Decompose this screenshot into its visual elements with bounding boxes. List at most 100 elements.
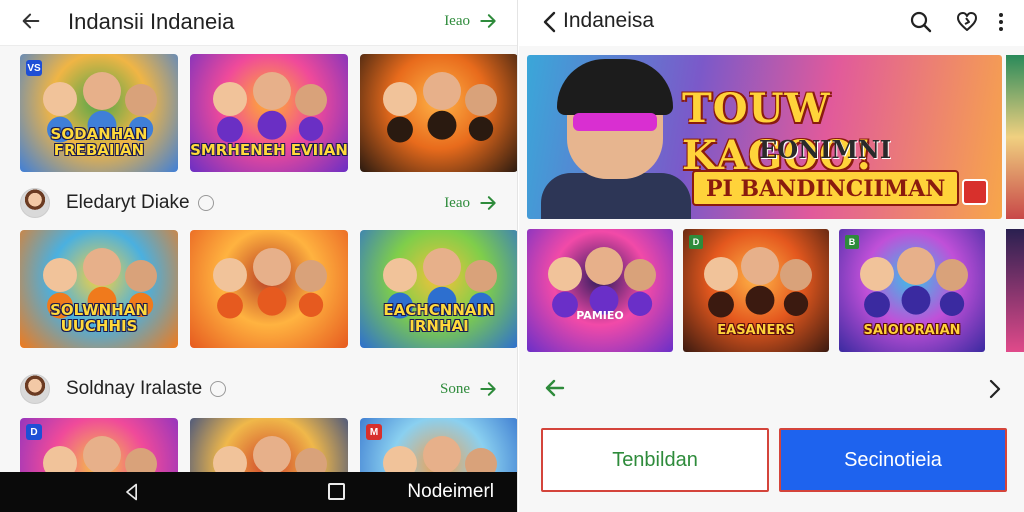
section-title: Eledaryt Diake: [66, 192, 190, 213]
next-banner-peek[interactable]: [1006, 55, 1024, 219]
heart-icon[interactable]: [955, 10, 979, 34]
see-more-link[interactable]: Ieao: [444, 193, 498, 213]
character-figure: [83, 436, 122, 474]
character-figure: [585, 247, 624, 285]
detail-game-row: PAMIEO D EASANERS B SAIOIORAIAN: [527, 229, 985, 352]
right-top-bar: Indaneisa: [519, 0, 1024, 46]
character-figure: [936, 259, 969, 291]
tile-caption: EACHCNNAIN IRNHAI: [383, 301, 495, 335]
game-row-2: SOLWNHAN UUCHHIS EACHCNNAIN IRNHAI: [20, 230, 517, 348]
info-icon[interactable]: [197, 195, 214, 211]
arrow-right-icon: [480, 196, 496, 210]
banner-plaque: PI BANDINCIIMAN: [692, 170, 960, 206]
tile-badge: D: [689, 235, 703, 249]
character-figure: [624, 259, 657, 291]
left-pane: Indansii Indaneia Ieao VS SODANHAN FREBA…: [0, 0, 518, 512]
game-tile[interactable]: SOLWNHAN UUCHHIS: [20, 230, 178, 348]
character-figure: [43, 258, 78, 292]
avatar: [20, 188, 50, 218]
arrow-left-icon[interactable]: [543, 376, 567, 400]
character-figure: [423, 436, 462, 474]
character-figure: [43, 82, 78, 116]
character-figure: [465, 84, 498, 116]
tile-caption: EASANERS: [717, 323, 795, 338]
character-figure: [860, 257, 895, 291]
character-figure: [548, 257, 583, 291]
section-header-3: Soldnay Iralaste Sone: [20, 373, 498, 405]
chevron-left-icon[interactable]: [541, 11, 559, 33]
hero-hair: [557, 59, 673, 115]
page-title: Indansii Indaneia: [68, 9, 235, 34]
hero-glasses: [573, 113, 657, 131]
tile-badge: B: [845, 235, 859, 249]
hero-body: [541, 173, 691, 219]
see-more-link[interactable]: Sone: [440, 379, 498, 399]
game-tile[interactable]: EACHCNNAIN IRNHAI: [360, 230, 517, 348]
next-tile-peek[interactable]: [1006, 229, 1024, 352]
system-nav-bar: Nodeimerl: [0, 472, 517, 512]
tile-caption: SODANHAN FREBAIIAN: [50, 125, 148, 159]
tile-badge: D: [26, 424, 42, 440]
tile-caption: SAIOIORAIAN: [863, 323, 961, 338]
detail-title: Indaneisa: [563, 9, 655, 32]
back-arrow-icon[interactable]: [20, 10, 42, 32]
character-figure: [83, 248, 122, 286]
arrow-right-icon: [480, 382, 496, 396]
see-more-link[interactable]: Ieao: [444, 11, 498, 31]
section-title: Soldnay Iralaste: [66, 378, 203, 399]
nav-home-icon[interactable]: [328, 483, 345, 500]
character-figure: [741, 247, 780, 285]
see-more-label: Sone: [440, 380, 470, 397]
tile-caption: SOLWNHAN UUCHHIS: [50, 301, 148, 335]
right-pane: Indaneisa TOUW KAGOO! EONIMNI PI BANDINC…: [519, 0, 1024, 512]
chevron-right-icon[interactable]: [987, 378, 1003, 400]
search-icon[interactable]: [909, 10, 933, 34]
game-tile[interactable]: [360, 54, 517, 172]
game-tile[interactable]: SMRHENEH EVIIAN: [190, 54, 348, 172]
banner-corner-icon[interactable]: [962, 179, 988, 205]
character-figure: [383, 258, 418, 292]
game-tile[interactable]: D EASANERS: [683, 229, 829, 352]
character-figure: [383, 82, 418, 116]
game-tile[interactable]: VS SODANHAN FREBAIIAN: [20, 54, 178, 172]
info-icon[interactable]: [210, 381, 227, 397]
secondary-button[interactable]: Tenbildan: [541, 428, 769, 492]
character-figure: [295, 84, 328, 116]
tile-caption: SMRHENEH EVIIAN: [190, 141, 348, 159]
primary-button[interactable]: Secinotieia: [779, 428, 1007, 492]
nav-back-icon[interactable]: [122, 482, 142, 502]
character-figure: [253, 248, 292, 286]
tile-caption: PAMIEO: [576, 309, 624, 322]
nav-label[interactable]: Nodeimerl: [407, 481, 494, 503]
game-tile[interactable]: [190, 230, 348, 348]
tile-badge: VS: [26, 60, 42, 76]
avatar: [20, 374, 50, 404]
see-more-label: Ieao: [444, 12, 470, 29]
more-vert-icon[interactable]: [989, 10, 1013, 34]
character-figure: [423, 248, 462, 286]
character-figure: [125, 260, 158, 292]
tile-badge: M: [366, 424, 382, 440]
section-header-2: Eledaryt Diake Ieao: [20, 187, 498, 219]
see-more-label: Ieao: [444, 194, 470, 211]
character-figure: [253, 436, 292, 474]
character-figure: [213, 258, 248, 292]
character-figure: [295, 260, 328, 292]
character-figure: [83, 72, 122, 110]
arrow-right-icon: [480, 14, 496, 28]
character-figure: [423, 72, 462, 110]
character-figure: [125, 84, 158, 116]
character-figure: [213, 82, 248, 116]
character-figure: [465, 260, 498, 292]
left-top-bar: Indansii Indaneia Ieao: [0, 0, 517, 46]
character-figure: [253, 72, 292, 110]
character-figure: [704, 257, 739, 291]
game-row-1: VS SODANHAN FREBAIIAN SMRHENEH EVIIAN: [20, 54, 517, 172]
app-screen: Indansii Indaneia Ieao VS SODANHAN FREBA…: [0, 0, 1024, 512]
game-tile[interactable]: B SAIOIORAIAN: [839, 229, 985, 352]
game-tile[interactable]: PAMIEO: [527, 229, 673, 352]
character-figure: [780, 259, 813, 291]
character-figure: [897, 247, 936, 285]
banner-subtitle: EONIMNI: [759, 135, 892, 164]
featured-banner[interactable]: TOUW KAGOO! EONIMNI PI BANDINCIIMAN: [527, 55, 1002, 219]
